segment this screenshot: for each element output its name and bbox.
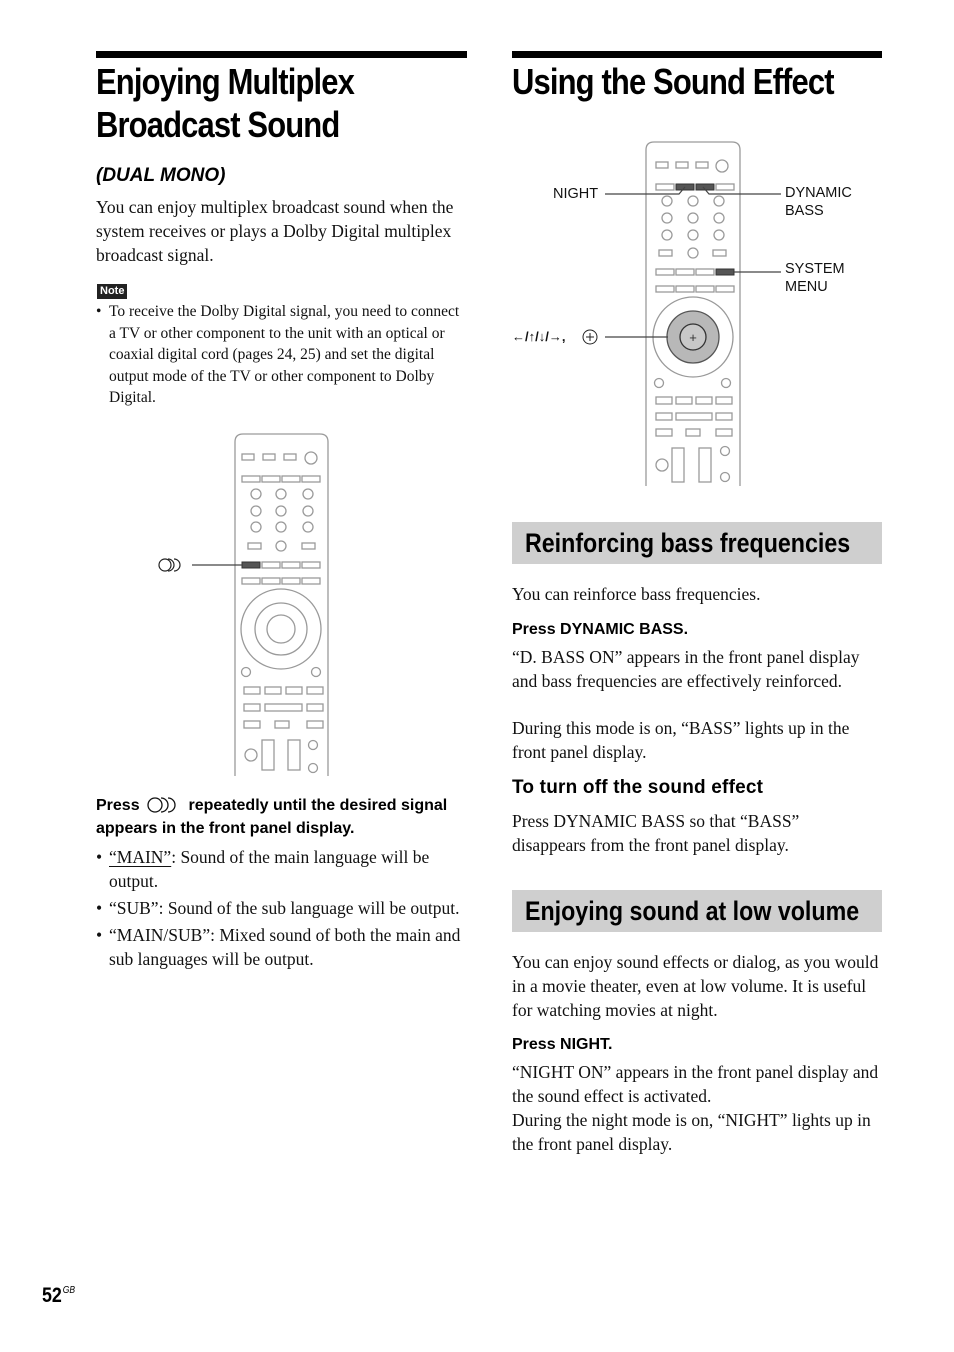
bass-step: Press DYNAMIC BASS. — [512, 621, 689, 638]
mode-bullet-main-sub: “MAIN/SUB”: Mixed sound of both the main… — [96, 923, 468, 971]
bass-result-2: During this mode is on, “BASS” lights up… — [512, 718, 850, 762]
low-volume-intro: You can enjoy sound effects or dialog, a… — [512, 952, 879, 1020]
turn-off-text: Press DYNAMIC BASS so that “BASS” disapp… — [512, 811, 800, 855]
label-system-menu-1: SYSTEM — [785, 261, 845, 277]
section-title-bass: Reinforcing bass frequencies — [525, 528, 851, 558]
audio-button-highlighted — [241, 561, 261, 569]
enter-circle-icon — [582, 329, 598, 345]
bass-result: “D. BASS ON” appears in the front panel … — [512, 647, 860, 691]
right-page-title: Using the Sound Effect — [512, 61, 835, 102]
label-night: NIGHT — [553, 186, 599, 202]
label-arrow-keys: ←/↑/↓/→, — [512, 329, 566, 344]
power-button — [715, 159, 729, 173]
night-step: Press NIGHT. — [512, 1036, 613, 1053]
left-page-title-line1: Enjoying Multiplex — [96, 61, 355, 102]
left-page-title-line2: Broadcast Sound — [96, 104, 340, 145]
audio-instruction: Press repeatedly until the desired signa… — [96, 794, 468, 840]
mode-bullet-sub: “SUB”: Sound of the sub language will be… — [96, 896, 468, 920]
power-button — [304, 451, 318, 465]
left-title-rule — [96, 51, 467, 58]
page-suffix: GB — [62, 1285, 75, 1296]
svg-text:+: + — [689, 330, 697, 345]
bass-intro: You can reinforce bass frequencies. — [512, 584, 761, 604]
night-result-2: During the night mode is on, “NIGHT” lig… — [512, 1110, 871, 1154]
right-title-rule — [512, 51, 882, 58]
audio-dual-mono-icon — [158, 558, 181, 572]
instruction-prefix: Press — [96, 797, 140, 814]
left-intro-paragraph: You can enjoy multiplex broadcast sound … — [96, 197, 454, 265]
audio-button-icon-inline — [147, 797, 176, 813]
remote-control-diagram-left — [158, 433, 329, 776]
label-dynamic-bass-2: BASS — [785, 203, 824, 219]
system-menu-button-highlighted — [715, 268, 735, 276]
callout-line-dynamic-bass — [702, 186, 781, 195]
label-dynamic-bass-1: DYNAMIC — [785, 185, 852, 201]
label-system-menu-2: MENU — [785, 279, 828, 295]
mode-bullet-main: “MAIN”: Sound of the main language will … — [96, 845, 468, 893]
mode-bullet-list: “MAIN”: Sound of the main language will … — [96, 845, 468, 971]
note-label: Note — [97, 284, 128, 299]
section-band-bass: Reinforcing bass frequencies — [512, 522, 882, 564]
turn-off-subheading: To turn off the sound effect — [512, 777, 764, 798]
section-title-low-volume: Enjoying sound at low volume — [525, 896, 860, 926]
section-band-low-volume: Enjoying sound at low volume — [512, 890, 882, 932]
left-subtitle: (DUAL MONO) — [96, 165, 226, 186]
note-text: To receive the Dolby Digital signal, you… — [96, 301, 469, 409]
page-number: 52GB — [42, 1284, 75, 1307]
night-result: “NIGHT ON” appears in the front panel di… — [512, 1062, 879, 1106]
